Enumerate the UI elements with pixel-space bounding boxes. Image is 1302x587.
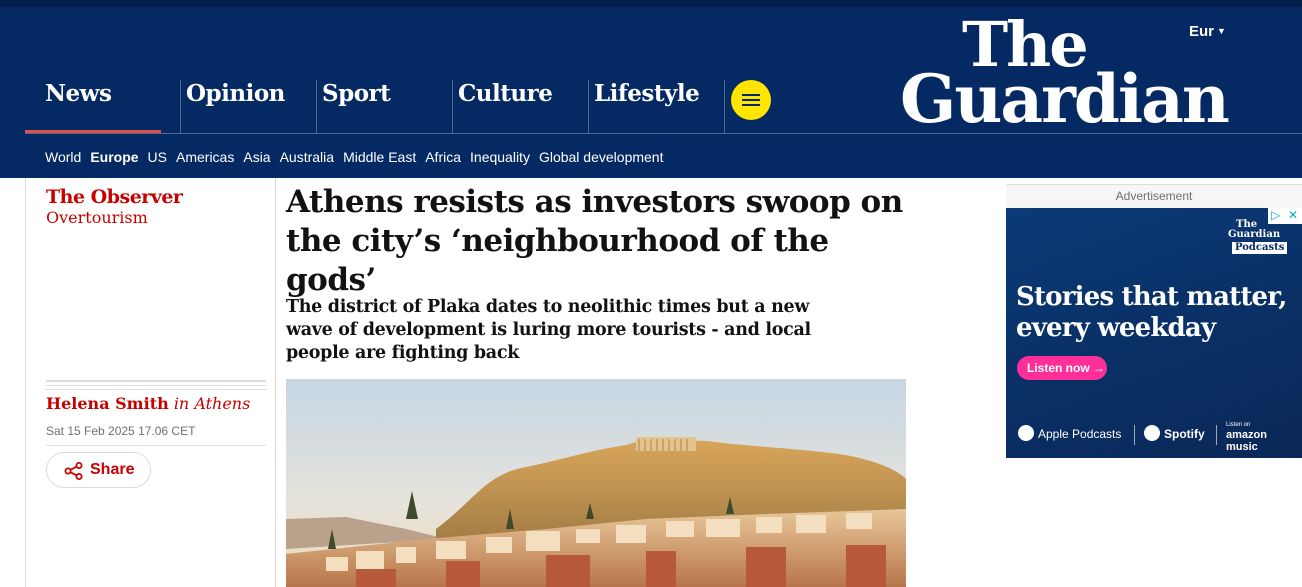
subnav-australia[interactable]: Australia: [280, 149, 334, 165]
share-label[interactable]: Share: [90, 461, 134, 479]
apple-podcasts[interactable]: Apple Podcasts: [1018, 425, 1122, 443]
share-icon: [64, 462, 83, 480]
pillar-news[interactable]: News: [25, 80, 161, 134]
series-title[interactable]: The Observer: [46, 186, 183, 208]
article-standfirst: The district of Plaka dates to neolithic…: [286, 297, 811, 363]
spotify[interactable]: Spotify: [1144, 425, 1205, 443]
top-strip: [0, 0, 1302, 7]
ad-headline-line-1: Stories that matter,: [1016, 282, 1287, 312]
ad-headline-line-2: every weekday: [1016, 313, 1216, 343]
sub-navigation: World Europe US Americas Asia Australia …: [45, 149, 672, 165]
advertisement-label-bar: Advertisement: [1006, 184, 1302, 208]
subnav-global-development[interactable]: Global development: [539, 149, 664, 165]
meta-divider: [46, 380, 266, 392]
article-headline: Athens resists as investors swoop on the…: [286, 184, 903, 298]
ad-brand-logo: The Guardian Podcasts: [1228, 220, 1288, 254]
pillar-opinion[interactable]: Opinion: [180, 80, 316, 134]
share-button[interactable]: Share: [46, 452, 151, 488]
menu-icon-bar: [742, 104, 760, 106]
pillar-lifestyle[interactable]: Lifestyle: [588, 80, 724, 134]
platform-divider: [1216, 425, 1217, 445]
ad-brand-line-2: Guardian: [1228, 229, 1281, 240]
apple-podcasts-label: Apple Podcasts: [1038, 427, 1122, 442]
author-link[interactable]: Helena Smith: [46, 394, 169, 413]
edition-label[interactable]: Eur: [1189, 23, 1214, 40]
ad-headline: Stories that matter, every weekday: [1016, 282, 1287, 344]
subnav-africa[interactable]: Africa: [425, 149, 461, 165]
subnav-us[interactable]: US: [148, 149, 167, 165]
pillar-label[interactable]: Sport: [322, 80, 391, 107]
masthead: Eur ▼ The Guardian News Opinion Sport Cul…: [0, 0, 1302, 178]
platform-divider: [1134, 425, 1135, 445]
spotify-label: Spotify: [1164, 427, 1205, 442]
subnav-asia[interactable]: Asia: [243, 149, 270, 165]
listen-now-button[interactable]: Listen now →: [1017, 356, 1107, 380]
series-label: The Observer Overtourism: [46, 186, 183, 227]
pillar-sport[interactable]: Sport: [316, 80, 452, 134]
menu-icon-bar: [742, 94, 760, 96]
pillar-label[interactable]: Lifestyle: [594, 80, 700, 107]
pillar-label[interactable]: News: [45, 80, 112, 107]
date-divider: [46, 445, 266, 446]
ad-brand-tag: Podcasts: [1232, 242, 1288, 254]
nav-divider: [25, 133, 1302, 134]
subnav-inequality[interactable]: Inequality: [470, 149, 530, 165]
subnav-americas[interactable]: Americas: [176, 149, 234, 165]
pillar-label[interactable]: Opinion: [186, 80, 285, 107]
article-meta-column: The Observer Overtourism Helena Smith in…: [25, 178, 276, 587]
advertisement-label: Advertisement: [1115, 189, 1193, 203]
dateline[interactable]: Sat 15 Feb 2025 17.06 CET: [46, 424, 195, 438]
spotify-icon: [1144, 425, 1160, 441]
menu-icon-bar: [742, 99, 760, 101]
pillar-divider: [724, 80, 725, 134]
acropolis-photo: [286, 379, 906, 587]
ad-platform-row: Apple Podcasts Spotify Listen on amazon …: [1016, 422, 1296, 453]
subnav-europe[interactable]: Europe: [90, 149, 138, 165]
article-main-image: [286, 379, 906, 587]
section-link[interactable]: Overtourism: [46, 208, 182, 227]
listen-now-label[interactable]: Listen now →: [1027, 361, 1105, 375]
advertisement-banner[interactable]: ▷ ✕ The Guardian Podcasts Stories that m…: [1006, 208, 1302, 458]
subnav-world[interactable]: World: [45, 149, 81, 165]
apple-podcasts-icon: [1018, 425, 1034, 441]
amazon-music-label: amazon music: [1226, 429, 1267, 453]
chevron-down-icon: ▼: [1217, 26, 1226, 36]
pillar-culture[interactable]: Culture: [452, 80, 588, 134]
pillar-label[interactable]: Culture: [458, 80, 553, 107]
subnav-middle-east[interactable]: Middle East: [343, 149, 416, 165]
close-icon[interactable]: ✕: [1288, 208, 1298, 222]
byline-location: in Athens: [173, 394, 251, 413]
amazon-music[interactable]: Listen on amazon music: [1226, 422, 1296, 453]
amazon-music-prefix: Listen on: [1226, 422, 1251, 428]
edition-switcher[interactable]: Eur ▼: [1189, 23, 1226, 40]
byline: Helena Smith in Athens: [46, 394, 250, 413]
menu-button[interactable]: [731, 80, 771, 120]
logo-line-2[interactable]: Guardian: [900, 66, 1230, 132]
